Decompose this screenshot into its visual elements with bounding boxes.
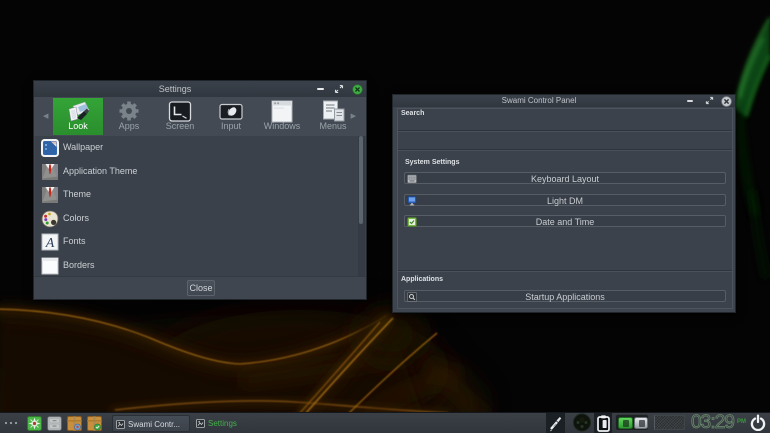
svg-text:03:29: 03:29 [691, 412, 735, 432]
svg-text:A: A [45, 236, 55, 251]
